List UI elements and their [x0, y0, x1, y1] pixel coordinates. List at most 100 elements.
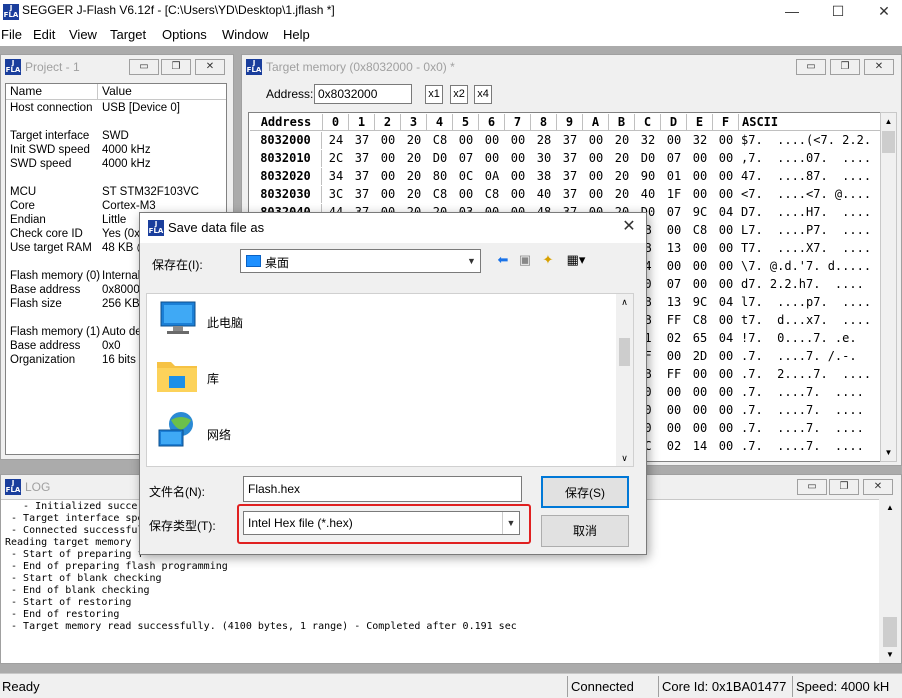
- project-close-button[interactable]: ✕: [195, 59, 225, 75]
- memory-byte-cell[interactable]: 00: [687, 402, 713, 419]
- list-item-this-pc[interactable]: 此电脑: [155, 296, 375, 346]
- menu-edit[interactable]: Edit: [33, 27, 55, 42]
- memory-byte-cell[interactable]: 20: [401, 186, 427, 203]
- scroll-down-icon[interactable]: ∨: [616, 450, 633, 466]
- memory-byte-cell[interactable]: 04: [713, 204, 739, 221]
- memory-byte-cell[interactable]: 65: [687, 330, 713, 347]
- memory-byte-cell[interactable]: FF: [661, 312, 687, 329]
- memory-byte-cell[interactable]: 40: [635, 186, 661, 203]
- memory-byte-cell[interactable]: 1F: [661, 186, 687, 203]
- memory-byte-cell[interactable]: 00: [505, 168, 531, 185]
- memory-byte-cell[interactable]: 00: [661, 258, 687, 275]
- memory-byte-cell[interactable]: 32: [635, 132, 661, 149]
- memory-byte-cell[interactable]: D0: [635, 150, 661, 167]
- scroll-up-icon[interactable]: ▲: [881, 113, 896, 130]
- memory-byte-cell[interactable]: 00: [687, 366, 713, 383]
- memory-byte-cell[interactable]: C8: [479, 186, 505, 203]
- memory-byte-cell[interactable]: 00: [479, 132, 505, 149]
- log-close-button[interactable]: ✕: [863, 479, 893, 495]
- memory-byte-cell[interactable]: 38: [531, 168, 557, 185]
- memory-scrollbar[interactable]: ▲ ▼: [880, 112, 897, 462]
- memory-byte-cell[interactable]: 0A: [479, 168, 505, 185]
- memory-byte-cell[interactable]: 00: [713, 222, 739, 239]
- memory-byte-cell[interactable]: 04: [713, 330, 739, 347]
- memory-byte-cell[interactable]: 80: [427, 168, 453, 185]
- menu-view[interactable]: View: [69, 27, 97, 42]
- memory-byte-cell[interactable]: 01: [661, 168, 687, 185]
- memory-byte-cell[interactable]: 00: [687, 186, 713, 203]
- memory-byte-cell[interactable]: 2D: [687, 348, 713, 365]
- memory-byte-cell[interactable]: 02: [661, 330, 687, 347]
- menu-target[interactable]: Target: [110, 27, 146, 42]
- column-header-value[interactable]: Value: [98, 84, 226, 100]
- memory-byte-cell[interactable]: 00: [505, 186, 531, 203]
- memory-byte-cell[interactable]: 0C: [453, 168, 479, 185]
- new-folder-icon[interactable]: ✦: [538, 251, 558, 269]
- file-list[interactable]: 此电脑 库 网络 ∧ ∨: [146, 293, 634, 467]
- dialog-close-button[interactable]: ✕: [618, 216, 640, 238]
- scroll-up-icon[interactable]: ∧: [616, 294, 633, 310]
- memory-byte-cell[interactable]: 00: [713, 312, 739, 329]
- memory-byte-cell[interactable]: 00: [583, 186, 609, 203]
- memory-byte-cell[interactable]: 00: [583, 132, 609, 149]
- file-list-scrollbar[interactable]: ∧ ∨: [616, 294, 633, 466]
- memory-byte-cell[interactable]: 00: [505, 150, 531, 167]
- address-input[interactable]: 0x8032000: [314, 84, 412, 104]
- memory-byte-cell[interactable]: 07: [453, 150, 479, 167]
- memory-byte-cell[interactable]: 3C: [323, 186, 349, 203]
- list-item-library[interactable]: 库: [155, 352, 375, 402]
- memory-byte-cell[interactable]: 07: [661, 276, 687, 293]
- memory-byte-cell[interactable]: 9C: [687, 294, 713, 311]
- memory-restore-button[interactable]: ❐: [830, 59, 860, 75]
- memory-byte-cell[interactable]: 00: [713, 438, 739, 455]
- memory-byte-cell[interactable]: 00: [505, 132, 531, 149]
- memory-byte-cell[interactable]: 00: [375, 150, 401, 167]
- column-header-name[interactable]: Name: [6, 84, 98, 100]
- memory-byte-cell[interactable]: 34: [323, 168, 349, 185]
- memory-byte-cell[interactable]: 9C: [687, 204, 713, 221]
- filename-input[interactable]: Flash.hex: [243, 476, 522, 502]
- scrollbar-thumb[interactable]: [883, 617, 897, 647]
- memory-byte-cell[interactable]: 00: [479, 150, 505, 167]
- cancel-button[interactable]: 取消: [541, 515, 629, 547]
- memory-byte-cell[interactable]: 13: [661, 294, 687, 311]
- memory-byte-cell[interactable]: 00: [687, 168, 713, 185]
- memory-byte-cell[interactable]: 20: [609, 132, 635, 149]
- memory-byte-cell[interactable]: 37: [349, 132, 375, 149]
- menu-window[interactable]: Window: [222, 27, 268, 42]
- list-item-network[interactable]: 网络: [155, 408, 375, 458]
- zoom-x1-button[interactable]: x1: [425, 85, 443, 104]
- memory-byte-cell[interactable]: 00: [375, 168, 401, 185]
- memory-byte-cell[interactable]: C8: [427, 132, 453, 149]
- scrollbar-thumb[interactable]: [882, 131, 895, 153]
- scroll-up-icon[interactable]: ▲: [881, 499, 899, 516]
- memory-byte-cell[interactable]: FF: [661, 366, 687, 383]
- memory-byte-cell[interactable]: C8: [687, 222, 713, 239]
- memory-byte-cell[interactable]: 00: [713, 150, 739, 167]
- memory-byte-cell[interactable]: 30: [531, 150, 557, 167]
- memory-byte-cell[interactable]: 00: [713, 402, 739, 419]
- memory-byte-cell[interactable]: 00: [687, 384, 713, 401]
- memory-byte-cell[interactable]: 00: [375, 186, 401, 203]
- memory-byte-cell[interactable]: 00: [687, 420, 713, 437]
- memory-byte-cell[interactable]: 20: [609, 168, 635, 185]
- menu-help[interactable]: Help: [283, 27, 310, 42]
- memory-byte-cell[interactable]: 07: [661, 204, 687, 221]
- memory-byte-cell[interactable]: 00: [661, 402, 687, 419]
- minimize-button[interactable]: —: [769, 0, 815, 24]
- scroll-down-icon[interactable]: ▼: [881, 646, 899, 663]
- memory-byte-cell[interactable]: 40: [531, 186, 557, 203]
- memory-byte-cell[interactable]: 20: [401, 168, 427, 185]
- memory-byte-cell[interactable]: 02: [661, 438, 687, 455]
- memory-byte-cell[interactable]: 00: [713, 168, 739, 185]
- view-menu-icon[interactable]: ▦▾: [562, 251, 590, 269]
- memory-byte-cell[interactable]: 37: [557, 132, 583, 149]
- memory-byte-cell[interactable]: 00: [713, 240, 739, 257]
- memory-byte-cell[interactable]: 00: [583, 150, 609, 167]
- memory-byte-cell[interactable]: C8: [687, 312, 713, 329]
- menu-file[interactable]: File: [1, 27, 22, 42]
- memory-byte-cell[interactable]: 00: [713, 258, 739, 275]
- memory-byte-cell[interactable]: 37: [557, 186, 583, 203]
- memory-byte-cell[interactable]: 07: [661, 150, 687, 167]
- memory-byte-cell[interactable]: 00: [661, 348, 687, 365]
